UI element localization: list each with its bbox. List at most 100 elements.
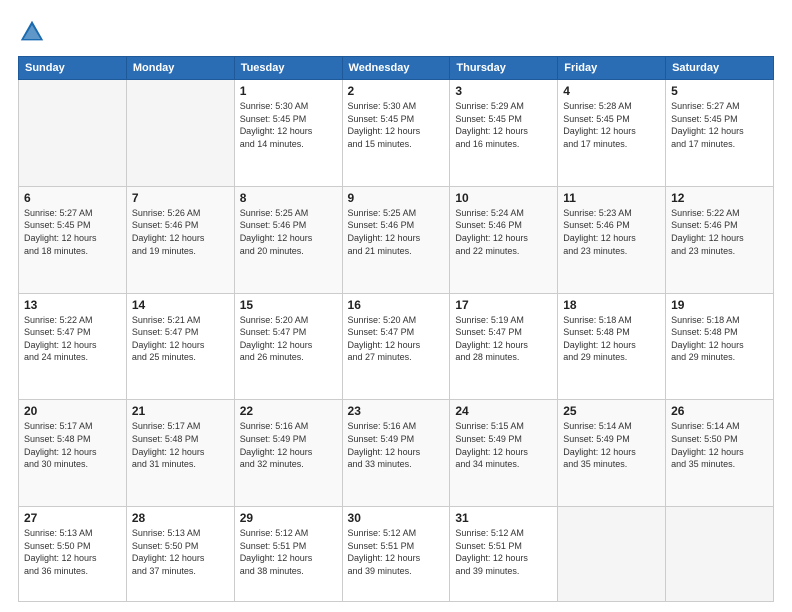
day-cell: 4Sunrise: 5:28 AM Sunset: 5:45 PM Daylig…: [558, 80, 666, 187]
header-row: SundayMondayTuesdayWednesdayThursdayFrid…: [19, 57, 774, 80]
day-info: Sunrise: 5:24 AM Sunset: 5:46 PM Dayligh…: [455, 207, 552, 257]
day-cell: 31 Sunrise: 5:12 AM Sunset: 5:51 PM Dayli…: [450, 507, 558, 602]
day-number: 14: [132, 298, 229, 312]
day-cell: 9 Sunrise: 5:25 AM Sunset: 5:46 PM Daylig…: [342, 186, 450, 293]
day-number: 26: [671, 404, 768, 418]
day-cell: 24 Sunrise: 5:15 AM Sunset: 5:49 PM Dayli…: [450, 400, 558, 507]
day-info: Sunrise: 5:17 AM Sunset: 5:48 PM Dayligh…: [132, 420, 229, 470]
header-cell-saturday: Saturday: [666, 57, 774, 80]
day-cell: 26Sunrise: 5:14 AM Sunset: 5:50 PM Dayli…: [666, 400, 774, 507]
day-cell: [126, 80, 234, 187]
day-cell: [666, 507, 774, 602]
day-info: Sunrise: 5:27 AM Sunset: 5:45 PM Dayligh…: [671, 100, 768, 150]
day-number: 28: [132, 511, 229, 525]
day-number: 7: [132, 191, 229, 205]
day-cell: 3Sunrise: 5:29 AM Sunset: 5:45 PM Daylig…: [450, 80, 558, 187]
day-info: Sunrise: 5:19 AM Sunset: 5:47 PM Dayligh…: [455, 314, 552, 364]
day-cell: 28 Sunrise: 5:13 AM Sunset: 5:50 PM Dayli…: [126, 507, 234, 602]
day-info: Sunrise: 5:12 AM Sunset: 5:51 PM Dayligh…: [455, 527, 552, 577]
day-info: Sunrise: 5:14 AM Sunset: 5:49 PM Dayligh…: [563, 420, 660, 470]
day-cell: 27Sunrise: 5:13 AM Sunset: 5:50 PM Dayli…: [19, 507, 127, 602]
week-row-3: 13Sunrise: 5:22 AM Sunset: 5:47 PM Dayli…: [19, 293, 774, 400]
day-cell: 13Sunrise: 5:22 AM Sunset: 5:47 PM Dayli…: [19, 293, 127, 400]
day-info: Sunrise: 5:20 AM Sunset: 5:47 PM Dayligh…: [348, 314, 445, 364]
day-cell: 21 Sunrise: 5:17 AM Sunset: 5:48 PM Dayli…: [126, 400, 234, 507]
week-row-5: 27 Sunrise: 5:13 AM Sunset: 5:50 PM Dayli…: [19, 507, 774, 602]
day-cell: 20 Sunrise: 5:17 AM Sunset: 5:48 PM Dayli…: [19, 400, 127, 507]
day-info: Sunrise: 5:16 AM Sunset: 5:49 PM Dayligh…: [240, 420, 337, 470]
day-info: Sunrise: 5:18 AM Sunset: 5:48 PM Dayligh…: [671, 314, 768, 364]
day-info: Sunrise: 5:13 AM Sunset: 5:50 PM Dayligh…: [132, 527, 229, 577]
day-info: Sunrise: 5:15 AM Sunset: 5:49 PM Dayligh…: [455, 420, 552, 470]
day-info: Sunrise: 5:30 AM Sunset: 5:45 PM Dayligh…: [240, 100, 337, 150]
day-cell: 19 Sunrise: 5:18 AM Sunset: 5:48 PM Dayli…: [666, 293, 774, 400]
day-number: 15: [240, 298, 337, 312]
day-number: 2: [348, 84, 445, 98]
day-cell: 17Sunrise: 5:19 AM Sunset: 5:47 PM Dayli…: [450, 293, 558, 400]
logo: [18, 18, 50, 46]
day-cell: 12 Sunrise: 5:22 AM Sunset: 5:46 PM Dayli…: [666, 186, 774, 293]
day-info: Sunrise: 5:29 AM Sunset: 5:45 PM Dayligh…: [455, 100, 552, 150]
day-info: Sunrise: 5:17 AM Sunset: 5:48 PM Dayligh…: [24, 420, 121, 470]
day-info: Sunrise: 5:25 AM Sunset: 5:46 PM Dayligh…: [240, 207, 337, 257]
day-number: 21: [132, 404, 229, 418]
day-number: 9: [348, 191, 445, 205]
page: SundayMondayTuesdayWednesdayThursdayFrid…: [0, 0, 792, 612]
day-cell: 23 Sunrise: 5:16 AM Sunset: 5:49 PM Dayli…: [342, 400, 450, 507]
day-number: 5: [671, 84, 768, 98]
day-number: 22: [240, 404, 337, 418]
calendar-table: SundayMondayTuesdayWednesdayThursdayFrid…: [18, 56, 774, 602]
day-number: 1: [240, 84, 337, 98]
day-cell: 6 Sunrise: 5:27 AM Sunset: 5:45 PM Daylig…: [19, 186, 127, 293]
day-info: Sunrise: 5:16 AM Sunset: 5:49 PM Dayligh…: [348, 420, 445, 470]
day-cell: 22 Sunrise: 5:16 AM Sunset: 5:49 PM Dayli…: [234, 400, 342, 507]
day-cell: 2 Sunrise: 5:30 AM Sunset: 5:45 PM Daylig…: [342, 80, 450, 187]
day-number: 12: [671, 191, 768, 205]
day-info: Sunrise: 5:21 AM Sunset: 5:47 PM Dayligh…: [132, 314, 229, 364]
header-cell-tuesday: Tuesday: [234, 57, 342, 80]
header-cell-thursday: Thursday: [450, 57, 558, 80]
day-number: 6: [24, 191, 121, 205]
day-cell: 11Sunrise: 5:23 AM Sunset: 5:46 PM Dayli…: [558, 186, 666, 293]
day-number: 10: [455, 191, 552, 205]
day-info: Sunrise: 5:12 AM Sunset: 5:51 PM Dayligh…: [348, 527, 445, 577]
day-number: 31: [455, 511, 552, 525]
day-number: 24: [455, 404, 552, 418]
day-number: 30: [348, 511, 445, 525]
day-number: 25: [563, 404, 660, 418]
logo-icon: [18, 18, 46, 46]
header-cell-friday: Friday: [558, 57, 666, 80]
week-row-1: 1 Sunrise: 5:30 AM Sunset: 5:45 PM Daylig…: [19, 80, 774, 187]
week-row-4: 20 Sunrise: 5:17 AM Sunset: 5:48 PM Dayli…: [19, 400, 774, 507]
day-cell: [19, 80, 127, 187]
day-cell: 30 Sunrise: 5:12 AM Sunset: 5:51 PM Dayli…: [342, 507, 450, 602]
day-info: Sunrise: 5:22 AM Sunset: 5:46 PM Dayligh…: [671, 207, 768, 257]
day-cell: [558, 507, 666, 602]
day-number: 13: [24, 298, 121, 312]
day-info: Sunrise: 5:12 AM Sunset: 5:51 PM Dayligh…: [240, 527, 337, 577]
day-number: 8: [240, 191, 337, 205]
day-cell: 7Sunrise: 5:26 AM Sunset: 5:46 PM Daylig…: [126, 186, 234, 293]
day-cell: 16 Sunrise: 5:20 AM Sunset: 5:47 PM Dayli…: [342, 293, 450, 400]
day-number: 27: [24, 511, 121, 525]
day-cell: 14 Sunrise: 5:21 AM Sunset: 5:47 PM Dayli…: [126, 293, 234, 400]
day-number: 16: [348, 298, 445, 312]
day-info: Sunrise: 5:30 AM Sunset: 5:45 PM Dayligh…: [348, 100, 445, 150]
day-info: Sunrise: 5:28 AM Sunset: 5:45 PM Dayligh…: [563, 100, 660, 150]
day-cell: 18 Sunrise: 5:18 AM Sunset: 5:48 PM Dayli…: [558, 293, 666, 400]
day-info: Sunrise: 5:25 AM Sunset: 5:46 PM Dayligh…: [348, 207, 445, 257]
day-info: Sunrise: 5:27 AM Sunset: 5:45 PM Dayligh…: [24, 207, 121, 257]
day-info: Sunrise: 5:18 AM Sunset: 5:48 PM Dayligh…: [563, 314, 660, 364]
day-cell: 25 Sunrise: 5:14 AM Sunset: 5:49 PM Dayli…: [558, 400, 666, 507]
day-cell: 1 Sunrise: 5:30 AM Sunset: 5:45 PM Daylig…: [234, 80, 342, 187]
day-number: 23: [348, 404, 445, 418]
header: [18, 18, 774, 46]
day-number: 19: [671, 298, 768, 312]
day-number: 18: [563, 298, 660, 312]
day-number: 20: [24, 404, 121, 418]
day-cell: 29 Sunrise: 5:12 AM Sunset: 5:51 PM Dayli…: [234, 507, 342, 602]
header-cell-wednesday: Wednesday: [342, 57, 450, 80]
day-cell: 10 Sunrise: 5:24 AM Sunset: 5:46 PM Dayli…: [450, 186, 558, 293]
day-info: Sunrise: 5:20 AM Sunset: 5:47 PM Dayligh…: [240, 314, 337, 364]
day-number: 29: [240, 511, 337, 525]
